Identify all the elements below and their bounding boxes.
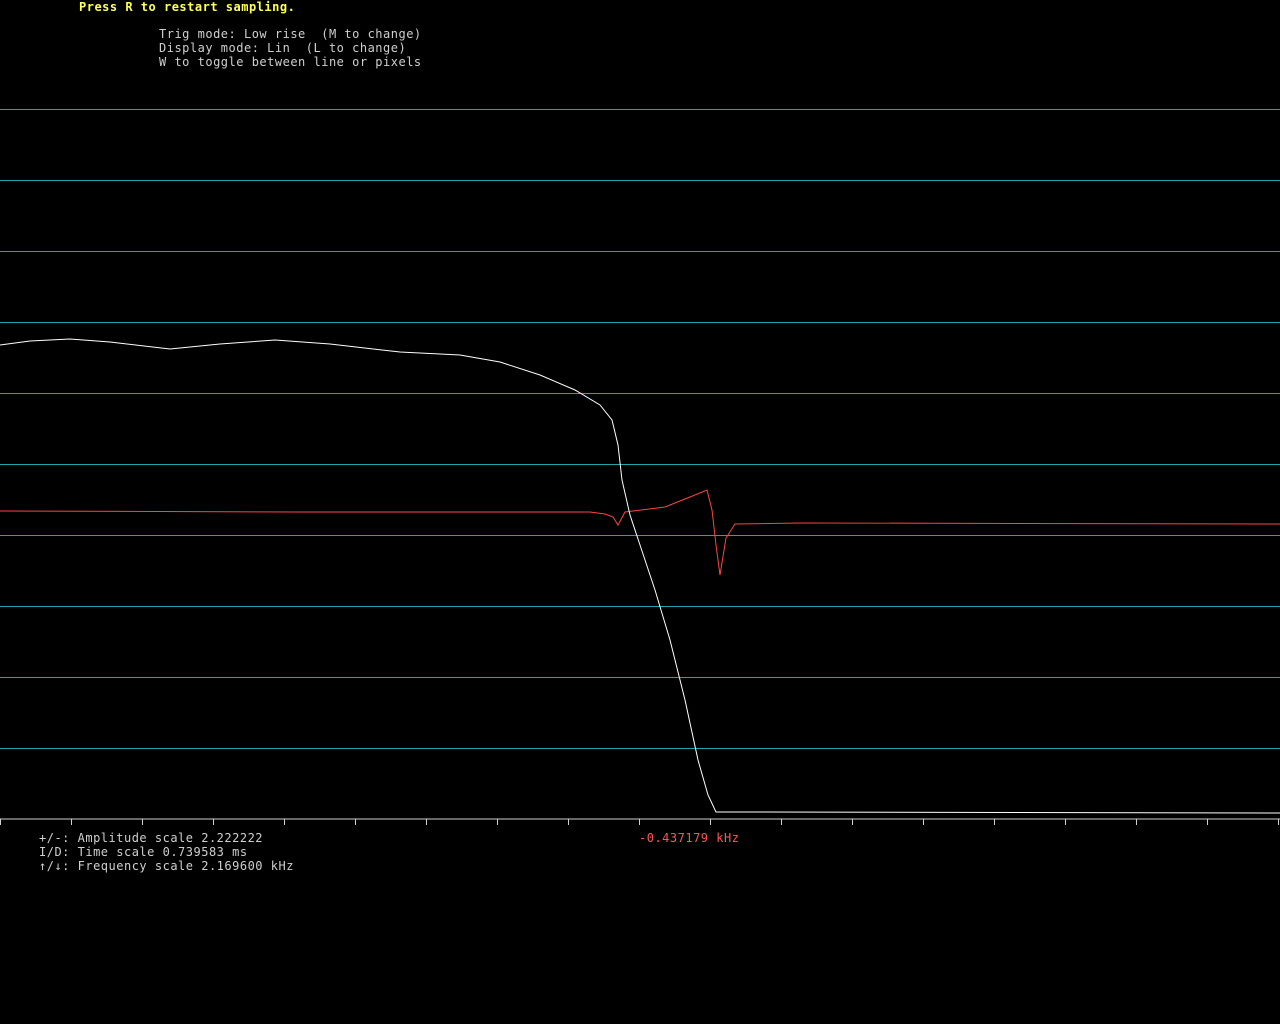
- spectrum-trace: [0, 489, 1280, 576]
- restart-hint: Press R to restart sampling.: [79, 0, 296, 14]
- frequency-scale-label: ↑/↓: Frequency scale 2.169600 kHz: [39, 859, 294, 873]
- time-axis: [0, 818, 1280, 825]
- grid-lines: [0, 109, 1280, 749]
- signal-trace: [0, 338, 1280, 814]
- draw-toggle-hint: W to toggle between line or pixels: [159, 55, 422, 69]
- trig-mode-label: Trig mode: Low rise (M to change): [159, 27, 422, 41]
- cursor-frequency-readout: -0.437179 kHz: [639, 831, 740, 845]
- time-scale-label: I/D: Time scale 0.739583 ms: [39, 845, 248, 859]
- display-mode-label: Display mode: Lin (L to change): [159, 41, 407, 55]
- amplitude-scale-label: +/-: Amplitude scale 2.222222: [39, 831, 264, 845]
